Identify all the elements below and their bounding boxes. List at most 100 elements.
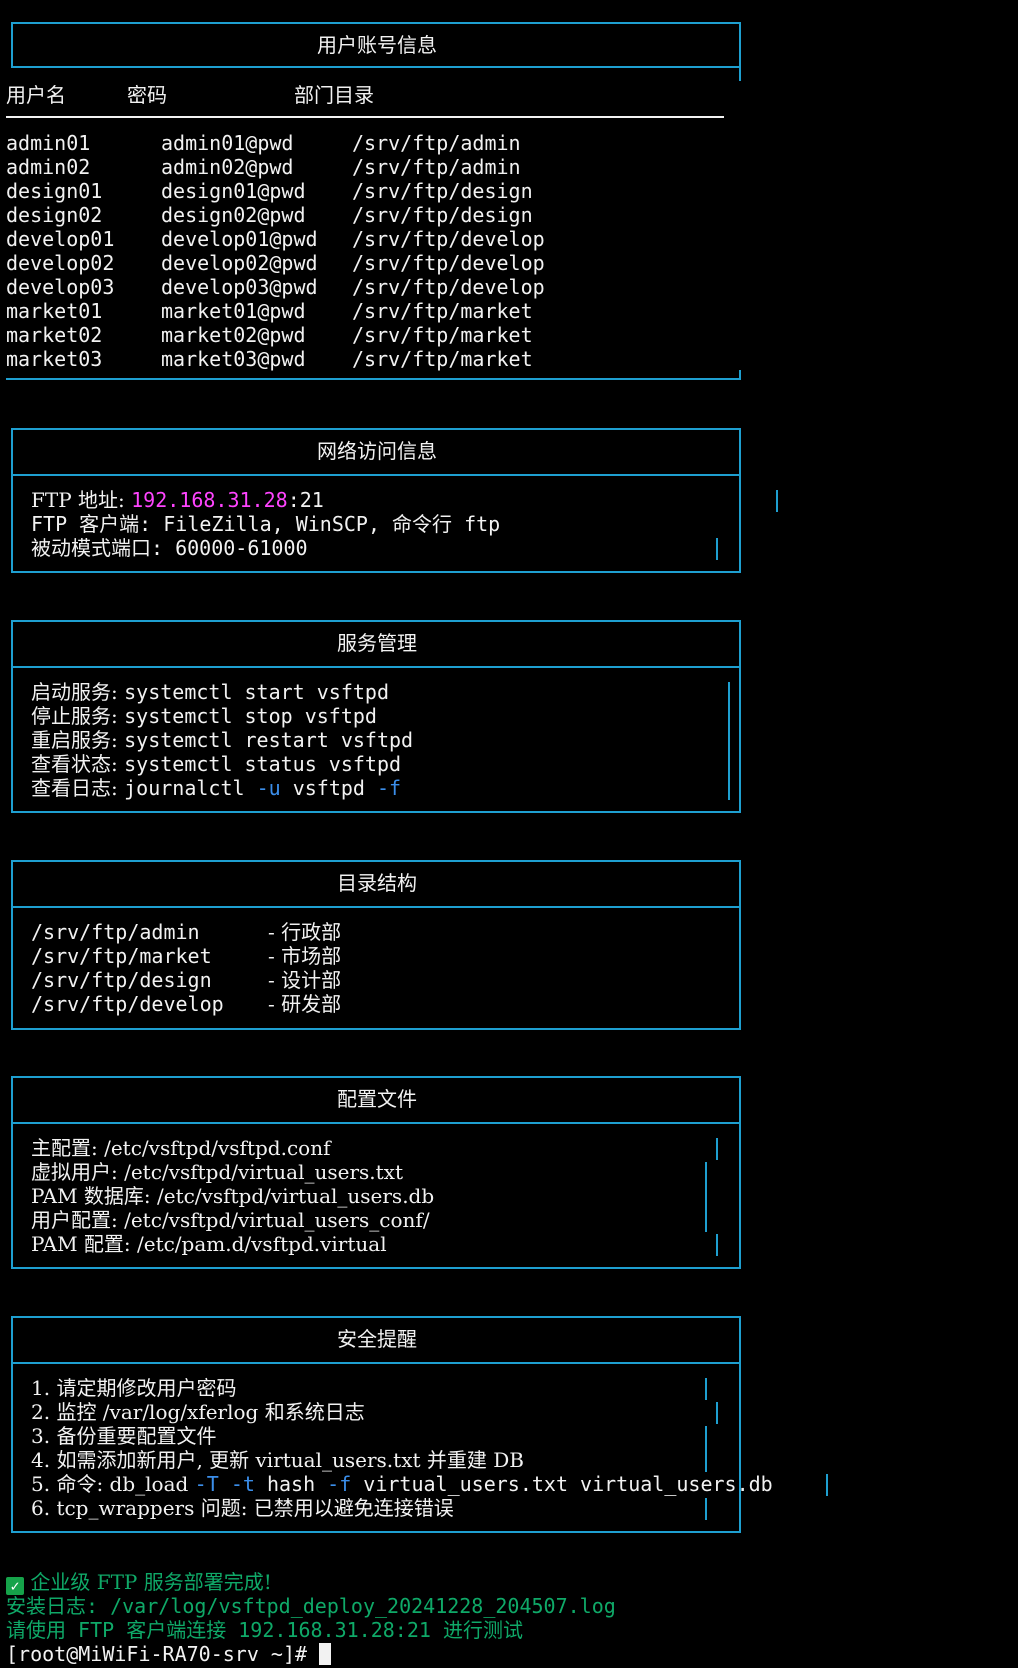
- network-line2-border: [739, 514, 741, 536]
- security-line: 1. 请定期修改用户密码: [31, 1376, 237, 1400]
- account-password: market01@pwd: [161, 299, 306, 323]
- account-password: admin02@pwd: [161, 155, 294, 179]
- dir-dept: - 市场部: [268, 944, 342, 968]
- account-directory: /srv/ftp/develop: [352, 275, 545, 299]
- service-label: 查看状态:: [31, 752, 125, 776]
- service-command-line: 启动服务: systemctl start vsftpd: [31, 680, 389, 704]
- config-line: 用户配置: /etc/vsftpd/virtual_users_conf/: [31, 1208, 430, 1232]
- service-log-line: 查看日志: journalctl -u vsftpd -f: [31, 776, 401, 800]
- account-password: market02@pwd: [161, 323, 306, 347]
- account-directory: /srv/ftp/design: [352, 203, 533, 227]
- security-line-5: 5. 命令: db_load -T -t hash -f virtual_use…: [31, 1472, 773, 1496]
- security-5-t: -t: [230, 1472, 255, 1496]
- dir-path: /srv/ftp/admin: [31, 920, 200, 944]
- ftp-ip: 192.168.31.28: [131, 488, 288, 512]
- network-title-divider: [11, 474, 741, 476]
- log-service: vsftpd: [292, 776, 365, 800]
- account-password: market03@pwd: [161, 347, 306, 371]
- account-username: market01: [6, 299, 103, 323]
- account-username: develop01: [6, 227, 115, 251]
- terminal-cursor: [319, 1643, 332, 1665]
- account-username: market03: [6, 347, 103, 371]
- config-title: 配置文件: [337, 1087, 417, 1111]
- dir-dept: - 研发部: [268, 992, 342, 1016]
- dirs-title: 目录结构: [337, 871, 417, 895]
- security-border-5: [705, 1498, 707, 1520]
- account-directory: /srv/ftp/develop: [352, 227, 545, 251]
- dirs-title-divider: [11, 906, 741, 908]
- account-directory: /srv/ftp/market: [352, 347, 533, 371]
- security-border-3: [705, 1426, 707, 1472]
- security-title-divider: [11, 1362, 741, 1364]
- ftp-address-label: FTP 地址:: [31, 488, 132, 512]
- log-label: 查看日志:: [31, 776, 125, 800]
- account-username: admin02: [6, 155, 91, 179]
- dir-path: /srv/ftp/design: [31, 968, 212, 992]
- account-directory: /srv/ftp/market: [352, 323, 533, 347]
- network-passive-line: 被动模式端口: 60000-61000: [31, 536, 308, 560]
- dir-path: /srv/ftp/market: [31, 944, 212, 968]
- accounts-header-username: 用户名: [6, 83, 66, 107]
- network-title: 网络访问信息: [317, 439, 437, 463]
- shell-prompt[interactable]: [root@MiWiFi-RA70-srv ~]#: [6, 1642, 332, 1666]
- account-directory: /srv/ftp/develop: [352, 251, 545, 275]
- security-5-T: -T: [194, 1472, 219, 1496]
- network-line3-border: [716, 538, 718, 560]
- service-command-line: 停止服务: systemctl stop vsftpd: [31, 704, 377, 728]
- config-border-1: [716, 1138, 718, 1160]
- service-label: 停止服务:: [31, 704, 125, 728]
- accounts-header-directory: 部门目录: [294, 83, 374, 107]
- account-password: admin01@pwd: [161, 131, 294, 155]
- security-line-6: 6. tcp_wrappers 问题: 已禁用以避免连接错误: [31, 1496, 454, 1520]
- account-username: market02: [6, 323, 103, 347]
- account-directory: /srv/ftp/market: [352, 299, 533, 323]
- network-client-line: FTP 客户端: FileZilla, WinSCP, 命令行 ftp: [31, 512, 501, 536]
- config-border-2: [705, 1162, 707, 1232]
- account-password: develop01@pwd: [161, 227, 318, 251]
- config-line: PAM 数据库: /etc/vsftpd/virtual_users.db: [31, 1184, 435, 1208]
- security-border-1: [705, 1378, 707, 1400]
- service-inner-border: [728, 682, 730, 800]
- accounts-right-border: [739, 68, 741, 81]
- security-border-4: [826, 1474, 828, 1496]
- account-password: develop03@pwd: [161, 275, 318, 299]
- dir-dept: - 行政部: [268, 920, 342, 944]
- account-username: design02: [6, 203, 103, 227]
- account-username: admin01: [6, 131, 91, 155]
- accounts-header-underline: [6, 116, 724, 118]
- log-cmd: journalctl: [124, 776, 245, 800]
- security-5-hash: hash: [254, 1472, 328, 1496]
- dir-dept: - 设计部: [268, 968, 342, 992]
- service-label: 重启服务:: [31, 728, 125, 752]
- service-title: 服务管理: [337, 631, 417, 655]
- log-flag-f: -f: [377, 776, 402, 800]
- config-line: 主配置: /etc/vsftpd/vsftpd.conf: [31, 1136, 331, 1160]
- security-border-2: [716, 1402, 718, 1424]
- config-line: 虚拟用户: /etc/vsftpd/virtual_users.txt: [31, 1160, 404, 1184]
- security-5-f: -f: [327, 1472, 352, 1496]
- accounts-bottom-border: [6, 378, 741, 380]
- deploy-test-line: 请使用 FTP 客户端连接 192.168.31.28:21 进行测试: [6, 1618, 523, 1642]
- network-line1-border: [776, 490, 778, 512]
- config-line: PAM 配置: /etc/pam.d/vsftpd.virtual: [31, 1232, 387, 1256]
- check-box-icon: ✓: [6, 1577, 24, 1595]
- prompt-text: [root@MiWiFi-RA70-srv ~]#: [6, 1642, 320, 1666]
- account-password: develop02@pwd: [161, 251, 318, 275]
- service-cmd: systemctl status vsftpd: [124, 752, 402, 776]
- account-password: design02@pwd: [161, 203, 306, 227]
- deploy-done-line: ✓ 企业级 FTP 服务部署完成!: [6, 1570, 272, 1595]
- account-username: design01: [6, 179, 103, 203]
- account-directory: /srv/ftp/admin: [352, 131, 521, 155]
- account-username: develop02: [6, 251, 115, 275]
- config-title-divider: [11, 1122, 741, 1124]
- accounts-header-password: 密码: [127, 83, 167, 107]
- dir-path: /srv/ftp/develop: [31, 992, 224, 1016]
- account-username: develop03: [6, 275, 115, 299]
- security-title: 安全提醒: [337, 1327, 417, 1351]
- security-5-prefix: 5. 命令: db_load: [31, 1472, 195, 1496]
- service-label: 启动服务:: [31, 680, 125, 704]
- service-command-line: 查看状态: systemctl status vsftpd: [31, 752, 401, 776]
- security-line: 4. 如需添加新用户, 更新 virtual_users.txt 并重建 DB: [31, 1448, 524, 1472]
- service-title-divider: [11, 666, 741, 668]
- deploy-done-text: 企业级 FTP 服务部署完成!: [24, 1570, 272, 1594]
